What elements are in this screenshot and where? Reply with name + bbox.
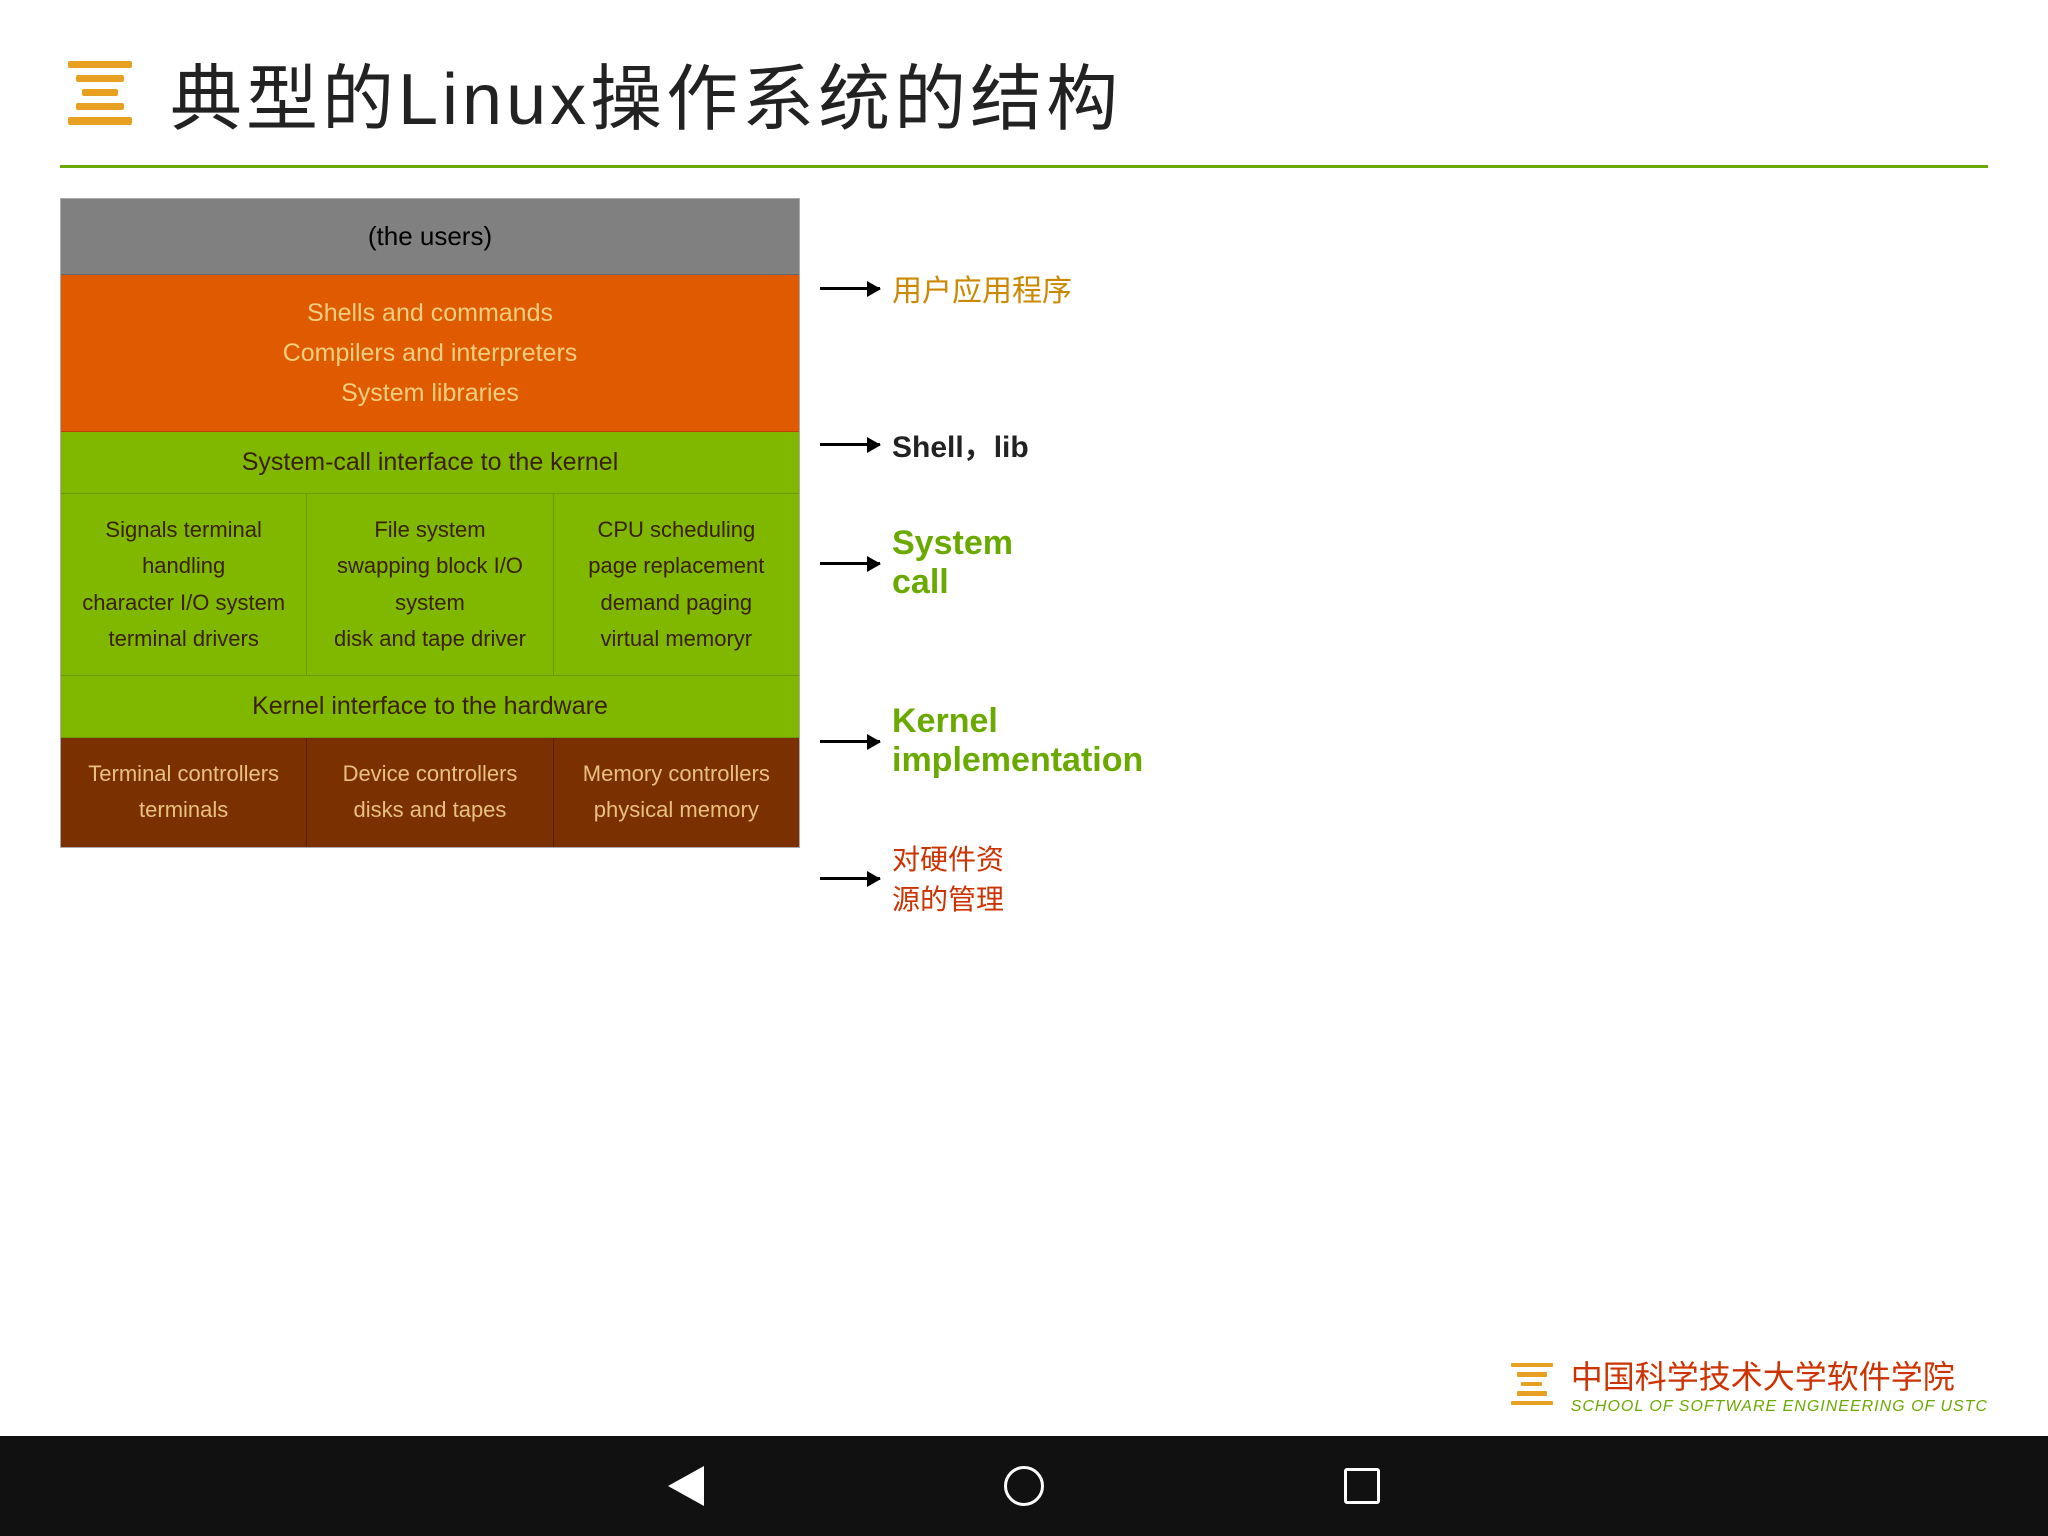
kernel-col-cpu: CPU scheduling page replacement demand p… <box>554 494 799 675</box>
kernel-col-fs-l2: swapping block I/O <box>317 548 542 584</box>
ann-shell-text: Shell，lib <box>892 422 1029 466</box>
ann-kernel-text: Kernel implementation <box>892 702 1143 780</box>
arrow-users-icon <box>820 287 880 290</box>
slide-area: 典型的Linux操作系统的结构 (the users) Shells and c… <box>0 0 2048 1436</box>
ann-hardware-item: 对硬件资 源的管理 <box>820 838 1988 918</box>
ann-shell-item: Shell，lib <box>820 422 1988 466</box>
kernel-col-cpu-l1: CPU scheduling <box>564 512 789 548</box>
arrow-shell-icon <box>820 443 880 446</box>
kernel-col-cpu-l2: page replacement <box>564 548 789 584</box>
kernel-col-signals-l1: Signals terminal <box>71 512 296 548</box>
page-title: 典型的Linux操作系统的结构 <box>170 40 1122 145</box>
ctrl-col-device: Device controllers disks and tapes <box>307 738 553 847</box>
footer-logo-bar-2 <box>1517 1372 1547 1376</box>
kernel-col-cpu-l4: virtual memoryr <box>564 621 789 657</box>
recent-button[interactable] <box>1344 1468 1380 1504</box>
ctrl-memory-l1: Memory controllers <box>564 756 789 792</box>
ann-users-text: 用户应用程序 <box>892 266 1072 310</box>
orange-layer: Shells and commands Compilers and interp… <box>61 275 799 432</box>
arrow-kernel-icon <box>820 740 880 743</box>
main-content: (the users) Shells and commands Compiler… <box>60 198 1988 1342</box>
syscall-label: System-call interface to the kernel <box>242 448 619 476</box>
footer-logo: 中国科学技术大学软件学院 SCHOOL OF SOFTWARE ENGINEER… <box>60 1352 1988 1416</box>
controllers-layer: Terminal controllers terminals Device co… <box>61 738 799 847</box>
kernel-col-fs: File system swapping block I/O system di… <box>307 494 553 675</box>
ann-hardware-l2: 源的管理 <box>892 878 1004 918</box>
ann-users-item: 用户应用程序 <box>820 266 1988 310</box>
footer-logo-bar-3 <box>1521 1382 1542 1386</box>
logo-bar-3 <box>82 89 117 96</box>
compilers-label: Compilers and interpreters <box>71 333 789 373</box>
ctrl-memory-l2: physical memory <box>564 792 789 828</box>
logo-bar-5 <box>68 117 132 124</box>
footer-text-block: 中国科学技术大学软件学院 SCHOOL OF SOFTWARE ENGINEER… <box>1571 1352 1988 1416</box>
ann-syscall-item: System call <box>820 524 1988 602</box>
ann-spacer-users <box>820 198 1988 266</box>
annotations-panel: 用户应用程序 Shell，lib System call <box>800 198 1988 918</box>
ctrl-device-l2: disks and tapes <box>317 792 542 828</box>
kernel-col-signals-l2: handling <box>71 548 296 584</box>
arrow-hardware-icon <box>820 877 880 880</box>
header: 典型的Linux操作系统的结构 <box>60 40 1988 145</box>
ann-kernel-item: Kernel implementation <box>820 702 1988 780</box>
ann-kernel-l1: Kernel <box>892 702 1143 741</box>
home-icon <box>1004 1466 1044 1506</box>
footer-main-text: 中国科学技术大学软件学院 <box>1571 1352 1988 1398</box>
logo-bar-2 <box>76 75 124 82</box>
ann-syscall-text: System call <box>892 524 1013 602</box>
recent-icon <box>1344 1468 1380 1504</box>
footer-logo-bar-1 <box>1511 1363 1553 1367</box>
ctrl-device-l1: Device controllers <box>317 756 542 792</box>
ann-kernel-l2: implementation <box>892 741 1143 780</box>
divider-line <box>60 165 1988 168</box>
ann-spacer-kernel <box>820 602 1988 702</box>
kernel-col-signals: Signals terminal handling character I/O … <box>61 494 307 675</box>
footer-logo-bar-5 <box>1511 1401 1553 1405</box>
ann-hardware-l1: 对硬件资 <box>892 838 1004 878</box>
back-icon <box>668 1466 704 1506</box>
ann-hardware-text: 对硬件资 源的管理 <box>892 838 1004 918</box>
kernel-col-cpu-l3: demand paging <box>564 585 789 621</box>
back-button[interactable] <box>668 1466 704 1506</box>
ann-spacer-orange <box>820 310 1988 422</box>
ctrl-terminal-l2: terminals <box>71 792 296 828</box>
kernel-col-fs-l3: system <box>317 585 542 621</box>
ann-syscall-l2: call <box>892 563 1013 602</box>
ann-spacer-hw <box>820 780 1988 838</box>
footer-sub-text: SCHOOL OF SOFTWARE ENGINEERING OF USTC <box>1571 1398 1988 1416</box>
logo-bar-1 <box>68 61 132 68</box>
shells-label: Shells and commands <box>71 293 789 333</box>
hardware-layer: Kernel interface to the hardware <box>61 676 799 738</box>
diagram: (the users) Shells and commands Compiler… <box>60 198 800 848</box>
footer-logo-icon <box>1507 1359 1557 1409</box>
users-layer: (the users) <box>61 199 799 275</box>
footer-logo-bar-4 <box>1517 1391 1547 1395</box>
ann-spacer-syscall <box>820 466 1988 524</box>
kernel-col-fs-l1: File system <box>317 512 542 548</box>
syslibs-label: System libraries <box>71 373 789 413</box>
kernel-col-signals-l3: character I/O system <box>71 585 296 621</box>
ann-syscall-l1: System <box>892 524 1013 563</box>
ctrl-col-terminal: Terminal controllers terminals <box>61 738 307 847</box>
logo-icon <box>60 53 140 133</box>
logo-bar-4 <box>76 103 124 110</box>
arrow-syscall-icon <box>820 562 880 565</box>
home-button[interactable] <box>1004 1466 1044 1506</box>
android-nav-bar <box>0 1436 2048 1536</box>
syscall-layer: System-call interface to the kernel <box>61 432 799 494</box>
ctrl-col-memory: Memory controllers physical memory <box>554 738 799 847</box>
ctrl-terminal-l1: Terminal controllers <box>71 756 296 792</box>
hardware-label: Kernel interface to the hardware <box>252 692 608 720</box>
kernel-col-signals-l4: terminal drivers <box>71 621 296 657</box>
users-label: (the users) <box>368 221 492 251</box>
kernel-layer: Signals terminal handling character I/O … <box>61 494 799 676</box>
kernel-col-fs-l4: disk and tape driver <box>317 621 542 657</box>
